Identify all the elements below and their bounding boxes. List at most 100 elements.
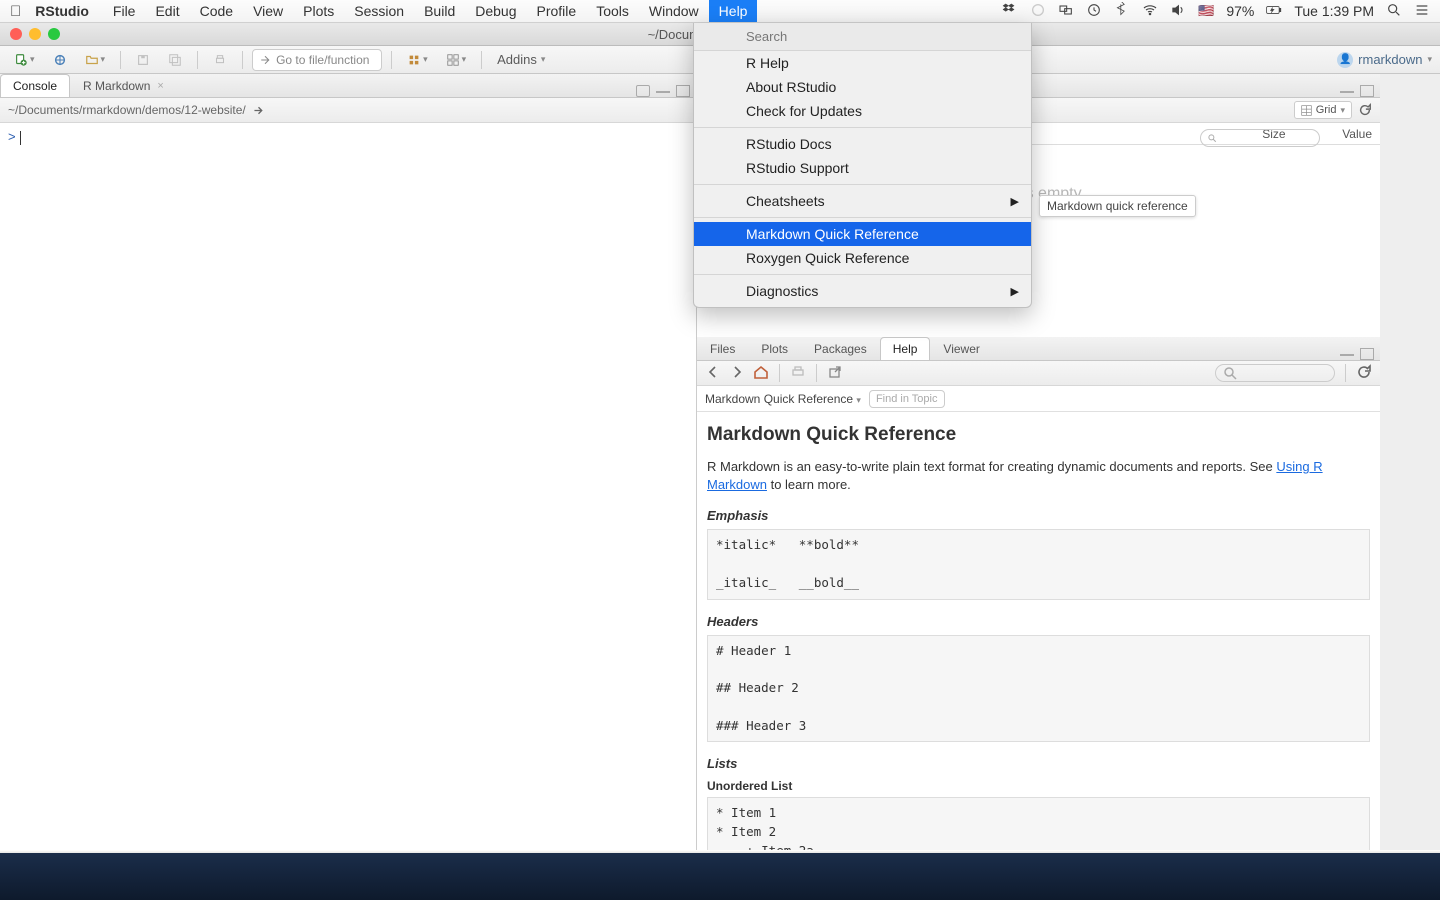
tab-rmarkdown[interactable]: R Markdown× xyxy=(70,74,177,97)
help-title: Markdown Quick Reference xyxy=(707,424,1370,446)
menu-help[interactable]: Help xyxy=(709,0,758,22)
menu-profile[interactable]: Profile xyxy=(527,0,587,22)
console-tabstrip: Console R Markdown× xyxy=(0,74,696,98)
console-body[interactable]: > xyxy=(0,123,696,151)
refresh-icon[interactable] xyxy=(1358,103,1372,117)
new-file-button[interactable]: ▾ xyxy=(8,49,41,71)
battery-icon[interactable] xyxy=(1266,2,1282,21)
pane-minimize-icon[interactable] xyxy=(1340,89,1354,93)
help-menu-item[interactable]: Cheatsheets▶ xyxy=(694,189,1031,213)
help-menu-item[interactable]: About RStudio xyxy=(694,75,1031,99)
help-body[interactable]: Markdown Quick Reference R Markdown is a… xyxy=(697,412,1380,850)
menu-view[interactable]: View xyxy=(243,0,293,22)
help-dropdown: Search R HelpAbout RStudioCheck for Upda… xyxy=(693,23,1032,308)
battery-text: 97% xyxy=(1226,3,1254,19)
help-menu-item[interactable]: Markdown Quick Reference xyxy=(694,222,1031,246)
print-button[interactable] xyxy=(207,49,233,71)
home-icon[interactable] xyxy=(753,364,769,383)
spotlight-icon[interactable] xyxy=(1386,2,1402,21)
col-value[interactable]: Value xyxy=(1334,127,1380,141)
dropbox-icon[interactable] xyxy=(1002,2,1018,21)
help-crumb: Markdown Quick Reference ▾ Find in Topic xyxy=(697,386,1380,412)
save-all-button[interactable] xyxy=(162,49,188,71)
popout-icon[interactable] xyxy=(827,364,843,383)
help-pane: Files Plots Packages Help Viewer Markdow… xyxy=(697,337,1380,850)
zoom-button[interactable] xyxy=(48,28,60,40)
close-button[interactable] xyxy=(10,28,22,40)
help-crumb-title[interactable]: Markdown Quick Reference ▾ xyxy=(705,392,861,406)
forward-icon[interactable] xyxy=(729,364,745,383)
tab-plots[interactable]: Plots xyxy=(748,337,801,360)
pane-minimize-icon[interactable] xyxy=(656,89,670,93)
tools-button[interactable]: ▾ xyxy=(401,49,434,71)
help-menu-item[interactable]: Check for Updates xyxy=(694,99,1031,123)
console-path-bar: ~/Documents/rmarkdown/demos/12-website/ xyxy=(0,98,696,123)
clock-text: Tue 1:39 PM xyxy=(1294,3,1374,19)
wifi-icon[interactable] xyxy=(1142,2,1158,21)
lists-heading: Lists xyxy=(707,756,1370,771)
env-grid-button[interactable]: Grid▾ xyxy=(1294,101,1352,119)
bluetooth-icon[interactable] xyxy=(1114,2,1130,21)
user-avatar-icon[interactable]: 👤 xyxy=(1337,52,1353,68)
new-project-button[interactable] xyxy=(47,49,73,71)
console-path: ~/Documents/rmarkdown/demos/12-website/ xyxy=(8,103,246,117)
pane-maximize-icon[interactable] xyxy=(676,85,690,97)
goto-file-input[interactable]: Go to file/function xyxy=(252,49,382,71)
pane-maximize-icon[interactable] xyxy=(1360,348,1374,360)
help-menu-item[interactable]: RStudio Docs xyxy=(694,132,1031,156)
tab-viewer[interactable]: Viewer xyxy=(930,337,992,360)
menu-tools[interactable]: Tools xyxy=(586,0,639,22)
env-search[interactable] xyxy=(1200,129,1320,147)
menu-code[interactable]: Code xyxy=(190,0,243,22)
menu-edit[interactable]: Edit xyxy=(145,0,189,22)
menu-session[interactable]: Session xyxy=(344,0,414,22)
grid-button[interactable]: ▾ xyxy=(440,49,473,71)
help-menu-item[interactable]: RStudio Support xyxy=(694,156,1031,180)
addins-button[interactable]: Addins▾ xyxy=(491,49,551,71)
menu-icon[interactable] xyxy=(1414,2,1430,21)
menu-debug[interactable]: Debug xyxy=(465,0,526,22)
menu-window[interactable]: Window xyxy=(639,0,709,22)
back-icon[interactable] xyxy=(705,364,721,383)
circle-icon[interactable] xyxy=(1030,2,1046,21)
flag-icon[interactable]: 🇺🇸 xyxy=(1198,3,1214,19)
screens-icon[interactable] xyxy=(1058,2,1074,21)
tab-packages[interactable]: Packages xyxy=(801,337,880,360)
help-menu-item[interactable]: Diagnostics▶ xyxy=(694,279,1031,303)
open-file-button[interactable]: ▾ xyxy=(79,49,112,71)
close-icon[interactable]: × xyxy=(157,80,163,92)
find-in-topic[interactable]: Find in Topic xyxy=(869,390,945,408)
pane-window-icon[interactable] xyxy=(636,85,650,97)
status-icons: 🇺🇸 97% Tue 1:39 PM xyxy=(1002,2,1430,21)
goto-file-placeholder: Go to file/function xyxy=(276,53,369,67)
apple-icon[interactable]:  xyxy=(10,3,21,20)
help-menu-search[interactable]: Search xyxy=(694,23,1031,51)
timemachine-icon[interactable] xyxy=(1086,2,1102,21)
goto-dir-icon[interactable] xyxy=(252,104,265,117)
traffic-lights[interactable] xyxy=(10,28,60,40)
refresh-icon[interactable] xyxy=(1356,364,1372,383)
app-name[interactable]: RStudio xyxy=(35,3,89,19)
desktop-background xyxy=(0,853,1440,900)
tooltip: Markdown quick reference xyxy=(1039,195,1196,217)
tab-files[interactable]: Files xyxy=(697,337,748,360)
emphasis-heading: Emphasis xyxy=(707,508,1370,523)
help-menu-item[interactable]: Roxygen Quick Reference xyxy=(694,246,1031,270)
headers-code: # Header 1 ## Header 2 ### Header 3 xyxy=(707,635,1370,743)
pane-minimize-icon[interactable] xyxy=(1340,352,1354,356)
emphasis-code: *italic* **bold** _italic_ __bold__ xyxy=(707,529,1370,599)
menu-file[interactable]: File xyxy=(103,0,146,22)
project-name[interactable]: rmarkdown xyxy=(1358,52,1422,67)
pane-maximize-icon[interactable] xyxy=(1360,85,1374,97)
minimize-button[interactable] xyxy=(29,28,41,40)
volume-icon[interactable] xyxy=(1170,2,1186,21)
menu-plots[interactable]: Plots xyxy=(293,0,344,22)
tab-console[interactable]: Console xyxy=(0,74,70,97)
tab-help[interactable]: Help xyxy=(880,337,931,360)
menu-build[interactable]: Build xyxy=(414,0,465,22)
help-menu-item[interactable]: R Help xyxy=(694,51,1031,75)
right-gutter xyxy=(1380,74,1440,850)
save-button[interactable] xyxy=(130,49,156,71)
help-search[interactable] xyxy=(1215,364,1335,382)
print-icon[interactable] xyxy=(790,364,806,383)
